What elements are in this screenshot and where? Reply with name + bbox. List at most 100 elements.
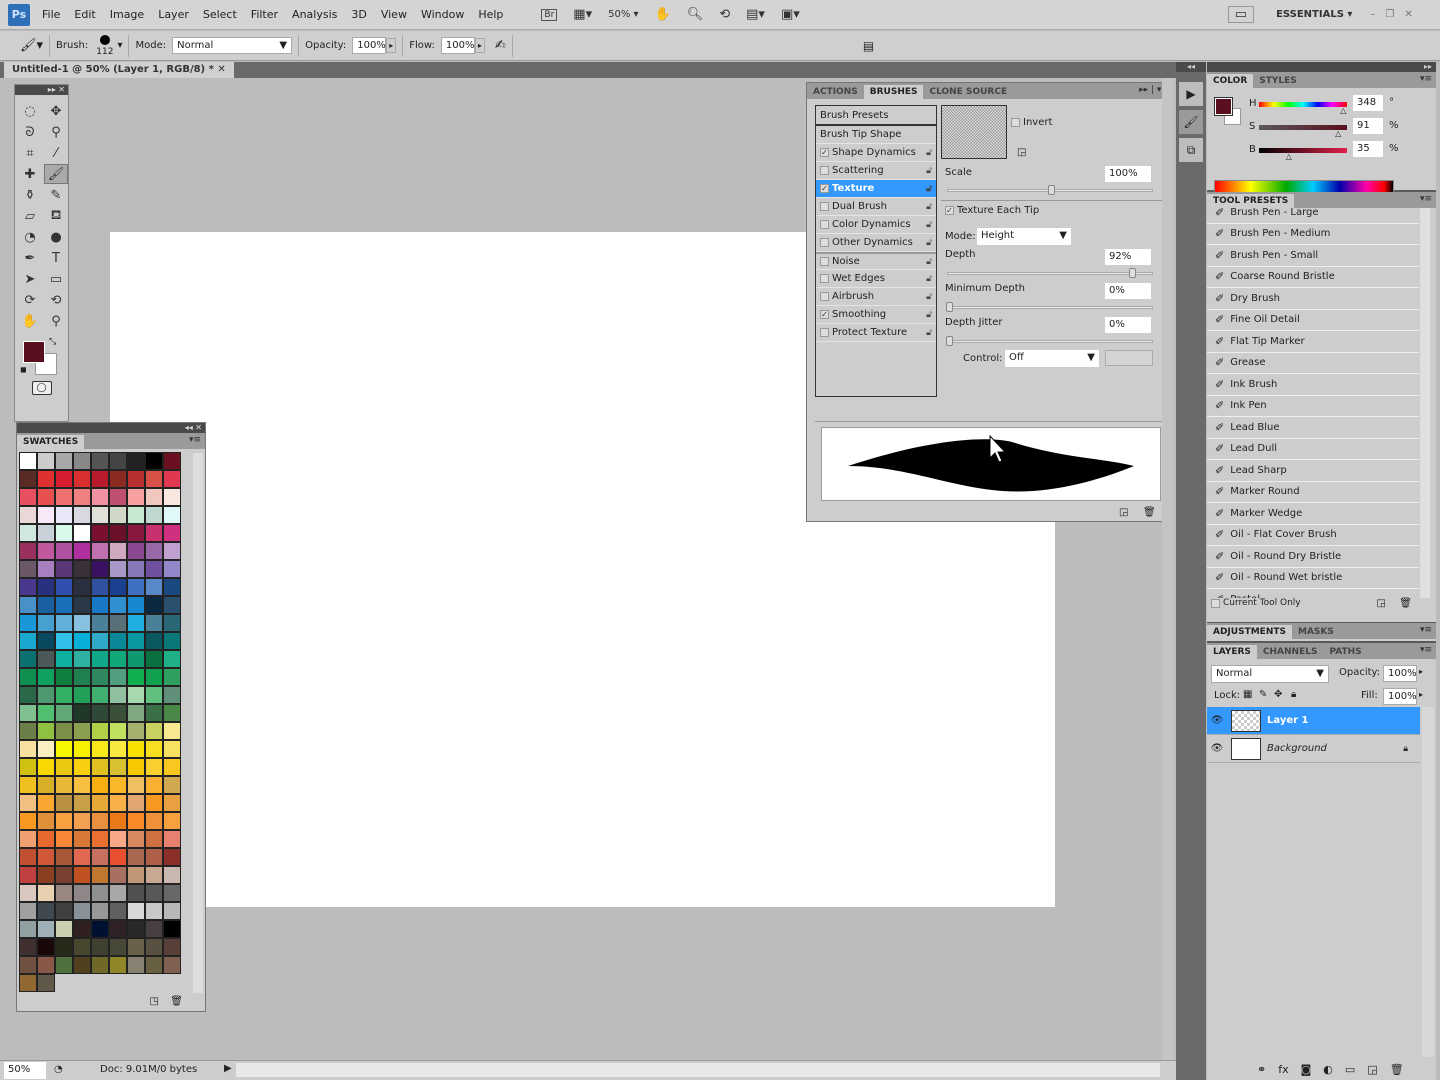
texture-pattern-picker[interactable] (941, 105, 1007, 159)
color-swatch[interactable] (55, 560, 73, 578)
color-swatch[interactable] (19, 848, 37, 866)
color-swatch[interactable] (163, 560, 181, 578)
color-swatch[interactable] (91, 650, 109, 668)
lock-icon[interactable]: 🔓︎ (926, 202, 932, 212)
color-swatch[interactable] (109, 722, 127, 740)
color-swatch[interactable] (109, 938, 127, 956)
color-swatch[interactable] (91, 776, 109, 794)
color-swatch[interactable] (73, 722, 91, 740)
s-slider-thumb[interactable]: △ (1335, 129, 1341, 138)
color-swatch[interactable] (37, 740, 55, 758)
swap-colors-icon[interactable]: ⤡ (49, 337, 56, 347)
mode-select[interactable]: Normal ▼ (172, 37, 293, 54)
layers-scrollbar[interactable] (1422, 707, 1434, 1057)
color-swatch[interactable] (73, 956, 91, 974)
status-zoom-field[interactable]: 50% (4, 1062, 46, 1079)
color-swatch[interactable] (145, 524, 163, 542)
color-swatch[interactable] (55, 470, 73, 488)
fill-field[interactable]: 100% (1383, 688, 1417, 705)
control-select[interactable]: Off ▼ (1005, 350, 1099, 367)
color-swatch[interactable] (163, 812, 181, 830)
color-swatch[interactable] (37, 776, 55, 794)
quick-mask-button[interactable]: ◯ (31, 381, 52, 395)
depth-jitter-slider[interactable] (946, 336, 1153, 346)
menu-3d[interactable]: 3D (351, 8, 366, 21)
color-swatch[interactable] (55, 722, 73, 740)
lock-icon[interactable]: 🔓︎ (926, 184, 932, 194)
color-swatch[interactable] (55, 614, 73, 632)
color-swatch[interactable] (127, 830, 145, 848)
color-swatch[interactable] (55, 740, 73, 758)
color-swatch[interactable] (55, 686, 73, 704)
color-swatch[interactable] (109, 686, 127, 704)
brush-option-shape-dynamics[interactable]: ✓ Shape Dynamics 🔓︎ (816, 144, 936, 162)
brush-picker[interactable]: 112 (96, 34, 113, 57)
color-swatch[interactable] (37, 902, 55, 920)
color-swatch[interactable] (73, 920, 91, 938)
color-swatch[interactable] (127, 542, 145, 560)
color-swatch[interactable] (127, 488, 145, 506)
layer-opacity-field[interactable]: 100% (1383, 665, 1417, 682)
color-swatch[interactable] (73, 830, 91, 848)
color-swatch[interactable] (145, 758, 163, 776)
color-swatch[interactable] (73, 902, 91, 920)
shape-tool-icon[interactable]: ▭ (44, 269, 68, 289)
color-swatch[interactable] (163, 506, 181, 524)
tab-clone-source[interactable]: CLONE SOURCE (923, 85, 1014, 99)
menu-view[interactable]: View (381, 8, 407, 21)
color-swatch[interactable] (55, 866, 73, 884)
b-slider[interactable]: △ (1259, 148, 1347, 161)
color-swatch[interactable] (109, 470, 127, 488)
color-swatch[interactable] (73, 542, 91, 560)
default-colors-icon[interactable]: ◼ (20, 365, 27, 374)
color-swatch[interactable] (55, 776, 73, 794)
lasso-tool-icon[interactable]: ᘐ (18, 122, 42, 142)
color-swatch[interactable] (73, 578, 91, 596)
color-swatch[interactable] (163, 596, 181, 614)
color-swatch[interactable] (91, 920, 109, 938)
color-swatch[interactable] (19, 506, 37, 524)
tab-masks[interactable]: MASKS (1291, 625, 1340, 639)
color-swatch[interactable] (163, 848, 181, 866)
color-swatch[interactable] (163, 884, 181, 902)
brushes-palette-toggle-icon[interactable]: ▤ (863, 39, 874, 53)
scale-field[interactable]: 100% (1105, 166, 1151, 182)
eraser-tool-icon[interactable]: ▱ (18, 206, 42, 226)
color-swatch[interactable] (55, 488, 73, 506)
color-swatch[interactable] (127, 452, 145, 470)
color-swatch[interactable] (73, 866, 91, 884)
color-swatch[interactable] (37, 632, 55, 650)
paint-bucket-tool-icon[interactable]: ⛾ (44, 206, 68, 226)
color-swatch[interactable] (73, 938, 91, 956)
color-swatch[interactable] (19, 794, 37, 812)
color-swatch[interactable] (91, 542, 109, 560)
adjustment-layer-icon[interactable]: ◐ (1323, 1063, 1333, 1076)
layer-row[interactable]: 👁︎ Background 🔒︎ (1207, 735, 1420, 763)
color-swatch[interactable] (163, 632, 181, 650)
tool-preset-item[interactable]: ✐ Grease (1207, 353, 1419, 374)
color-swatch[interactable] (37, 812, 55, 830)
tab-styles[interactable]: STYLES (1253, 74, 1303, 88)
color-swatch[interactable] (109, 506, 127, 524)
tool-presets-scrollbar[interactable] (1420, 208, 1430, 598)
zoom-tool-icon[interactable]: 🔍︎ (687, 7, 704, 22)
depth-field[interactable]: 92% (1105, 249, 1151, 265)
color-swatch[interactable] (55, 938, 73, 956)
texture-mode-select[interactable]: Height ▼ (977, 228, 1071, 245)
add-mask-icon[interactable]: ◙ (1301, 1063, 1312, 1076)
color-swatch[interactable] (127, 650, 145, 668)
brush-option-wet-edges[interactable]: Wet Edges 🔓︎ (816, 270, 936, 288)
color-swatch[interactable] (19, 812, 37, 830)
new-layer-icon[interactable]: ◲ (1367, 1063, 1377, 1076)
color-swatch[interactable] (91, 794, 109, 812)
color-swatch[interactable] (109, 614, 127, 632)
panel-menu-icon[interactable]: ▾≡ (1420, 645, 1432, 655)
color-swatch[interactable] (19, 884, 37, 902)
color-swatch[interactable] (73, 632, 91, 650)
layer-name[interactable]: Layer 1 (1267, 715, 1308, 726)
color-swatch[interactable] (37, 686, 55, 704)
menu-layer[interactable]: Layer (158, 8, 189, 21)
color-swatch[interactable] (37, 848, 55, 866)
color-swatch[interactable] (163, 578, 181, 596)
color-swatch[interactable] (145, 632, 163, 650)
